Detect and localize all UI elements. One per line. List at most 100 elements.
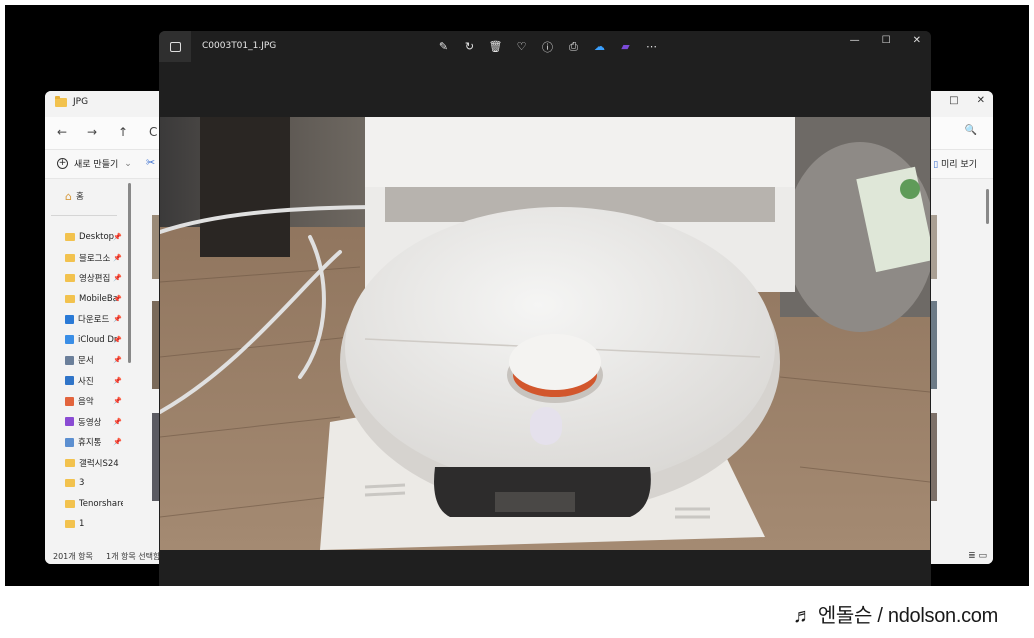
refresh-icon[interactable]: C xyxy=(149,125,157,139)
more-icon[interactable]: ⋯ xyxy=(643,38,660,55)
pin-icon: 📌 xyxy=(113,233,122,241)
rotate-icon[interactable]: ↻ xyxy=(461,38,478,55)
download-icon xyxy=(65,314,74,324)
plus-icon: + xyxy=(57,158,68,169)
cloud-icon xyxy=(65,335,74,344)
explorer-tab[interactable]: JPG xyxy=(55,95,89,107)
maximize-icon[interactable]: ☐ xyxy=(882,35,891,46)
sidebar-item[interactable]: MobileBa 📌 xyxy=(65,291,122,307)
thumbnail[interactable] xyxy=(152,215,159,279)
sidebar-item[interactable]: Tenorshare 4 xyxy=(65,496,123,512)
content-scrollbar[interactable] xyxy=(986,189,989,224)
edit-icon[interactable]: ✎ xyxy=(435,38,452,55)
back-icon[interactable]: ← xyxy=(57,125,67,139)
sidebar-item-home[interactable]: ⌂ 홈 xyxy=(65,188,84,204)
navigation-scrollbar[interactable] xyxy=(128,183,131,363)
sidebar-item-label: iCloud Dr xyxy=(78,334,118,345)
print-icon[interactable]: ⎙ xyxy=(565,38,582,55)
sidebar-item-label: Desktop xyxy=(79,232,115,242)
home-icon: ⌂ xyxy=(65,189,72,203)
sidebar-item-label: 휴지통 xyxy=(78,438,102,448)
close-icon[interactable]: ✕ xyxy=(913,35,921,46)
chevron-down-icon: ⌄ xyxy=(124,158,132,169)
document-icon xyxy=(65,355,74,365)
clipchamp-icon[interactable]: ▰ xyxy=(617,38,634,55)
music-icon xyxy=(65,396,74,406)
preview-button[interactable]: ▯ 미리 보기 xyxy=(933,157,977,170)
thumbnail[interactable] xyxy=(931,301,937,389)
close-icon[interactable]: ✕ xyxy=(977,95,985,106)
maximize-icon[interactable]: □ xyxy=(949,95,958,106)
item-count: 201개 항목 xyxy=(53,552,93,561)
sidebar-item[interactable]: 영상편집 📌 xyxy=(65,270,122,286)
folder-icon xyxy=(65,294,75,303)
folder-icon xyxy=(65,274,75,282)
sidebar-item[interactable]: 동영상 📌 xyxy=(65,414,122,430)
folder-icon xyxy=(65,253,75,262)
viewer-window-controls: — ☐ ✕ xyxy=(850,35,921,46)
folder-icon xyxy=(65,458,75,467)
pin-icon: 📌 xyxy=(113,253,122,262)
sidebar-item-label: Tenorshare 4 xyxy=(79,498,123,509)
sidebar-item-label: 음악 xyxy=(78,397,94,407)
up-icon[interactable]: ↑ xyxy=(118,125,128,139)
pin-icon: 📌 xyxy=(113,397,122,405)
cut-icon[interactable]: ✂ xyxy=(146,156,155,169)
divider xyxy=(51,215,117,216)
thumbnail[interactable] xyxy=(931,413,937,501)
sidebar-item-label: 홈 xyxy=(75,192,84,202)
sidebar-item-label: 1 xyxy=(79,519,85,529)
sidebar-item[interactable]: 갤럭시S24 xyxy=(65,455,119,471)
sidebar-item-label: 사진 xyxy=(78,376,94,387)
new-button-label: 새로 만들기 xyxy=(74,160,119,170)
onedrive-icon[interactable]: ☁ xyxy=(591,38,608,55)
delete-icon[interactable]: 🗑 xyxy=(487,38,504,55)
sidebar-item[interactable]: 블로그소 📌 xyxy=(65,250,122,266)
preview-button-label: 미리 보기 xyxy=(941,160,977,170)
search-icon[interactable]: 🔍 xyxy=(965,125,977,136)
sidebar-item[interactable]: 문서 📌 xyxy=(65,352,122,368)
pictures-icon xyxy=(65,376,74,385)
sidebar-item[interactable]: 3 xyxy=(65,475,84,491)
pin-icon: 📌 xyxy=(113,335,122,344)
sidebar-item[interactable]: Desktop 📌 xyxy=(65,229,122,245)
sidebar-item-label: 동영상 xyxy=(78,417,102,428)
thumbnail[interactable] xyxy=(931,215,937,279)
sidebar-item-label: 문서 xyxy=(78,356,94,366)
video-icon xyxy=(65,417,74,426)
favorite-icon[interactable]: ♡ xyxy=(513,38,530,55)
sidebar-item[interactable]: 음악 📌 xyxy=(65,393,122,409)
sidebar-item[interactable]: iCloud Dr 📌 xyxy=(65,332,122,348)
folder-icon xyxy=(65,520,75,528)
sidebar-item-label: 영상편집 xyxy=(79,274,111,284)
recycle-bin-icon xyxy=(65,437,74,447)
pin-icon: 📌 xyxy=(113,417,122,426)
pin-icon: 📌 xyxy=(113,294,122,303)
watermark: ♬ 엔돌슨 / ndolson.com xyxy=(792,605,998,627)
view-toggle-icons[interactable]: ≣ ▭ xyxy=(968,551,987,561)
pin-icon: 📌 xyxy=(113,315,122,323)
new-button[interactable]: + 새로 만들기 ⌄ xyxy=(57,157,132,170)
pin-icon: 📌 xyxy=(113,356,122,364)
minimize-icon[interactable]: — xyxy=(850,35,860,46)
photo-robot-vacuum xyxy=(160,117,930,550)
sidebar-item[interactable]: 다운로드 📌 xyxy=(65,311,122,327)
pin-icon: 📌 xyxy=(113,274,122,282)
photos-app-icon[interactable] xyxy=(159,31,191,62)
viewer-titlebar: C0003T01_1.JPG ✎ ↻ 🗑 ♡ ⓘ ⎙ ☁ ▰ ⋯ — ☐ ✕ xyxy=(159,31,931,62)
sidebar-item[interactable]: 1 xyxy=(65,516,84,532)
thumbnail[interactable] xyxy=(152,301,159,389)
pin-icon: 📌 xyxy=(113,438,122,446)
selection-count: 1개 항목 선택함 xyxy=(106,552,161,561)
forward-icon[interactable]: → xyxy=(87,125,97,139)
explorer-title: JPG xyxy=(73,97,89,107)
sidebar-item-label: 갤럭시S24 xyxy=(79,458,119,469)
sidebar-item[interactable]: 휴지통 📌 xyxy=(65,434,122,450)
folder-icon xyxy=(65,479,75,487)
folder-icon xyxy=(65,499,75,508)
folder-icon xyxy=(65,233,75,241)
sidebar-item[interactable]: 사진 📌 xyxy=(65,373,122,389)
info-icon[interactable]: ⓘ xyxy=(539,38,556,55)
sidebar-item-label: 블로그소 xyxy=(79,253,111,264)
thumbnail[interactable] xyxy=(152,413,159,501)
